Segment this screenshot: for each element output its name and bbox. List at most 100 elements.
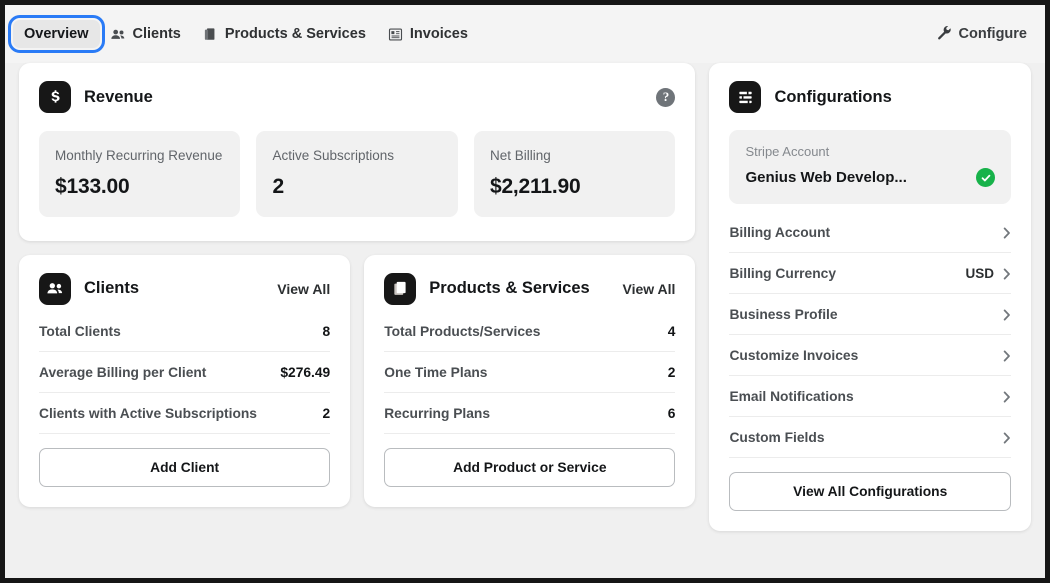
products-title: Products & Services (429, 279, 590, 298)
tab-invoices-label: Invoices (409, 26, 468, 42)
metric-row: Total Products/Services 4 (384, 311, 676, 352)
configurations-title: Configurations (774, 87, 892, 106)
left-column: Revenue ? Monthly Recurring Revenue $133… (19, 63, 696, 507)
metric-label: One Time Plans (384, 364, 488, 380)
metric-value: 8 (322, 323, 331, 339)
revenue-stats: Monthly Recurring Revenue $133.00 Active… (19, 113, 695, 241)
chevron-right-icon (1003, 391, 1011, 403)
revenue-card-header: Revenue ? (19, 63, 695, 113)
config-right: USD (965, 266, 1011, 281)
tab-products-services-label: Products & Services (224, 26, 366, 42)
revenue-card: Revenue ? Monthly Recurring Revenue $133… (19, 63, 696, 241)
help-circle-icon[interactable]: ? (656, 87, 676, 107)
documents-icon (203, 27, 218, 42)
configurations-card: Configurations Stripe Account Genius Web… (709, 63, 1031, 531)
config-row-billing-account[interactable]: Billing Account (729, 212, 1011, 253)
metric-value: 6 (667, 405, 676, 421)
clients-action-wrap: Add Client (19, 434, 350, 507)
chevron-right-icon (1003, 227, 1011, 239)
right-column: Configurations Stripe Account Genius Web… (709, 63, 1031, 531)
stat-value: $133.00 (55, 174, 130, 198)
tab-invoices[interactable]: Invoices (377, 20, 479, 48)
metric-row: Clients with Active Subscriptions 2 (39, 393, 331, 434)
metric-label: Total Clients (39, 323, 121, 339)
check-circle-icon (976, 168, 995, 187)
products-view-all-link[interactable]: View All (623, 281, 676, 297)
chevron-right-icon (1003, 268, 1011, 280)
tab-clients[interactable]: Clients (100, 20, 192, 48)
stat-active-subscriptions: Active Subscriptions 2 (256, 131, 458, 217)
configure-label: Configure (958, 26, 1027, 42)
configurations-card-header: Configurations (709, 63, 1031, 113)
metric-label: Average Billing per Client (39, 364, 207, 380)
tab-overview[interactable]: Overview (8, 15, 105, 53)
config-row-custom-fields[interactable]: Custom Fields (729, 417, 1011, 458)
tab-products-services[interactable]: Products & Services (192, 20, 377, 48)
config-right (994, 391, 1011, 403)
metric-row: Total Clients 8 (39, 311, 331, 352)
config-label: Email Notifications (729, 389, 854, 404)
config-label: Billing Currency (729, 266, 836, 281)
config-right (994, 432, 1011, 444)
stat-label: Monthly Recurring Revenue (55, 148, 223, 163)
stat-label: Net Billing (489, 148, 551, 163)
summary-cards-row: Clients View All Total Clients 8 Average… (19, 254, 696, 507)
clients-card: Clients View All Total Clients 8 Average… (19, 254, 351, 507)
configure-button[interactable]: Configure (937, 25, 1027, 44)
config-label: Business Profile (729, 307, 838, 322)
stripe-account-tile[interactable]: Stripe Account Genius Web Develop... (729, 130, 1011, 204)
wrench-icon (937, 25, 952, 44)
clients-metric-rows: Total Clients 8 Average Billing per Clie… (19, 305, 350, 434)
stripe-account-value: Genius Web Develop... (745, 169, 907, 186)
config-row-billing-currency[interactable]: Billing Currency USD (729, 253, 1011, 294)
stat-label: Active Subscriptions (272, 148, 395, 163)
products-action-wrap: Add Product or Service (364, 434, 695, 507)
view-all-configurations-button[interactable]: View All Configurations (729, 472, 1011, 511)
stat-value: $2,211.90 (489, 174, 581, 198)
chevron-right-icon (1003, 432, 1011, 444)
config-row-customize-invoices[interactable]: Customize Invoices (729, 335, 1011, 376)
metric-value: 2 (322, 405, 331, 421)
revenue-title: Revenue (84, 87, 153, 106)
metric-row: One Time Plans 2 (384, 352, 676, 393)
chevron-right-icon (1003, 309, 1011, 321)
metric-row: Recurring Plans 6 (384, 393, 676, 434)
sliders-badge-icon (729, 81, 762, 113)
chevron-right-icon (1003, 350, 1011, 362)
stat-monthly-recurring-revenue: Monthly Recurring Revenue $133.00 (39, 131, 241, 217)
config-right (994, 227, 1011, 239)
documents-badge-icon (384, 272, 417, 305)
config-row-email-notifications[interactable]: Email Notifications (729, 376, 1011, 417)
clients-view-all-link[interactable]: View All (277, 281, 330, 297)
metric-label: Total Products/Services (384, 323, 541, 339)
add-product-or-service-button[interactable]: Add Product or Service (384, 447, 676, 487)
tab-clients-label: Clients (132, 26, 181, 42)
products-card-header: Products & Services View All (364, 255, 695, 305)
stripe-account-label: Stripe Account (745, 144, 830, 159)
clients-title: Clients (84, 279, 140, 298)
products-services-card: Products & Services View All Total Produ… (364, 254, 696, 507)
config-value: USD (965, 266, 994, 281)
config-label: Billing Account (729, 225, 831, 240)
metric-label: Recurring Plans (384, 405, 491, 421)
users-icon (110, 27, 126, 42)
invoice-icon (388, 27, 403, 42)
top-tab-bar: Overview Clients Products & Services Inv… (5, 5, 1045, 63)
clients-card-header: Clients View All (19, 255, 350, 305)
products-metric-rows: Total Products/Services 4 One Time Plans… (364, 305, 695, 434)
config-label: Customize Invoices (729, 348, 859, 363)
configuration-rows: Billing Account Billing Currency USD Bus… (709, 204, 1031, 458)
dollar-badge-icon (39, 81, 71, 113)
users-badge-icon (39, 272, 71, 305)
stat-value: 2 (272, 174, 284, 198)
metric-value: $276.49 (280, 364, 331, 380)
app-window: Overview Clients Products & Services Inv… (0, 0, 1050, 583)
add-client-button[interactable]: Add Client (39, 447, 331, 487)
dashboard-content: Revenue ? Monthly Recurring Revenue $133… (5, 63, 1045, 578)
config-right (994, 350, 1011, 362)
metric-label: Clients with Active Subscriptions (39, 405, 257, 421)
config-label: Custom Fields (729, 430, 825, 445)
metric-value: 4 (667, 323, 676, 339)
metric-value: 2 (667, 364, 676, 380)
config-row-business-profile[interactable]: Business Profile (729, 294, 1011, 335)
